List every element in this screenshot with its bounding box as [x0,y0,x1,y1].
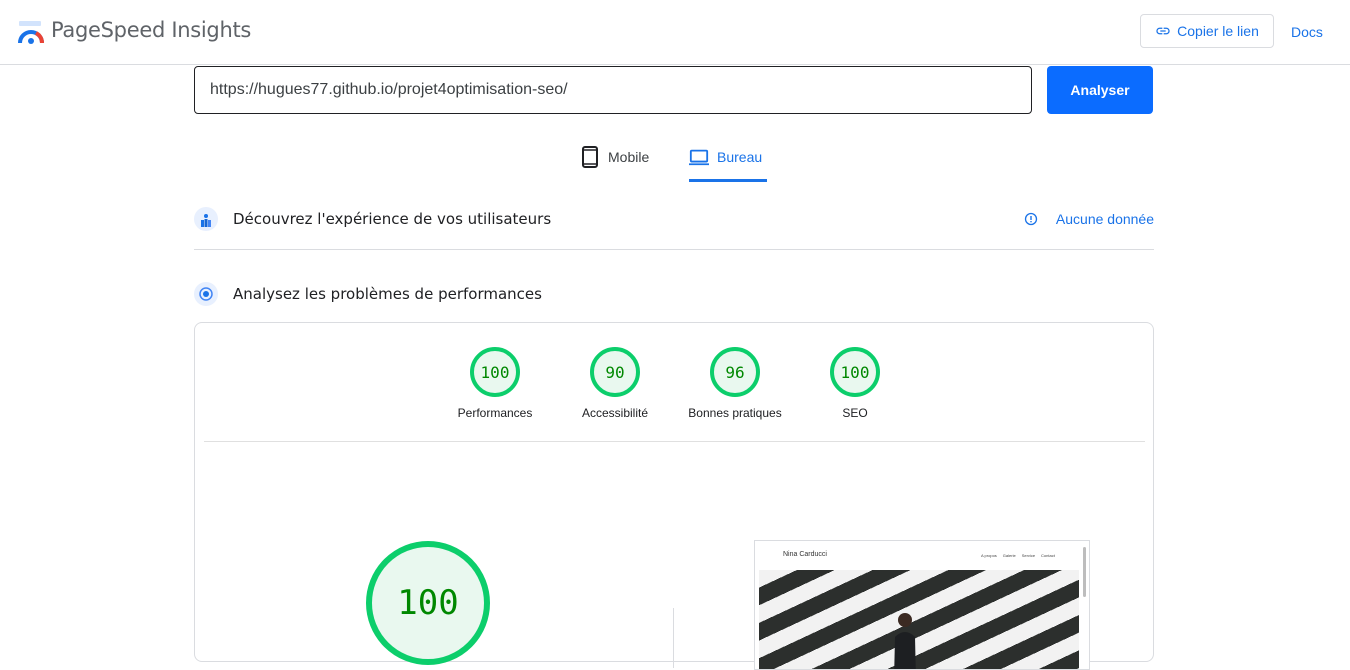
top-app-bar: PageSpeed Insights Copier le lien Docs [0,0,1350,65]
scores-divider [204,441,1145,442]
lab-data-section: Analysez les problèmes de performances [194,274,1154,314]
score-label: SEO [842,406,868,420]
section-divider [194,249,1154,250]
preview-header: Nina Carducci A propos Galerie Service C… [755,541,1089,569]
analyze-button[interactable]: Analyser [1047,66,1153,114]
preview-hero-image [759,570,1079,669]
score-value: 90 [590,347,640,397]
docs-link[interactable]: Docs [1291,24,1323,40]
preview-nav-item: Contact [1041,553,1055,558]
preview-nav: A propos Galerie Service Contact [981,553,1055,558]
field-data-title: Découvrez l'expérience de vos utilisateu… [233,210,552,228]
main-performance-gauge: 100 [366,541,490,665]
score-gauge-best-practices[interactable]: 96 Bonnes pratiques [675,347,795,420]
tab-desktop[interactable]: Bureau [689,146,767,182]
field-data-section: Découvrez l'expérience de vos utilisateu… [194,199,1154,239]
smartphone-icon [582,146,598,168]
score-label: Bonnes pratiques [688,406,782,420]
preview-scrollbar [1083,547,1086,597]
no-data-label: Aucune donnée [1055,211,1154,227]
copy-link-label: Copier le lien [1177,23,1259,39]
info-icon [1024,212,1038,226]
tab-desktop-label: Bureau [717,149,763,165]
preview-nav-item: A propos [981,553,997,558]
preview-site-name: Nina Carducci [783,551,827,558]
score-gauge-seo[interactable]: 100 SEO [795,347,915,420]
vertical-separator [673,608,674,668]
users-experience-icon [194,207,218,231]
score-value: 100 [830,347,880,397]
score-value: 100 [470,347,520,397]
preview-nav-item: Galerie [1002,553,1016,558]
pagespeed-logo-icon[interactable] [18,19,44,45]
laptop-icon [689,149,709,166]
score-gauge-accessibility[interactable]: 90 Accessibilité [555,347,675,420]
link-icon [1156,27,1170,35]
preview-nav-item: Service [1021,553,1036,558]
performance-diagnose-icon [194,282,218,306]
app-title[interactable]: PageSpeed Insights [51,18,251,42]
no-data-link[interactable]: Aucune donnée [1024,211,1154,227]
score-label: Accessibilité [581,406,649,420]
final-screenshot-preview: Nina Carducci A propos Galerie Service C… [754,540,1090,670]
url-input[interactable] [194,66,1032,114]
tab-mobile-label: Mobile [608,149,650,165]
tab-mobile[interactable]: Mobile [580,146,649,182]
score-gauge-performance[interactable]: 100 Performances [435,347,555,420]
score-value: 96 [710,347,760,397]
score-label: Performances [457,406,533,420]
report-card: 100 Performances 90 Accessibilité 96 Bon… [194,322,1154,670]
copy-link-button[interactable]: Copier le lien [1140,14,1274,48]
lab-data-title: Analysez les problèmes de performances [233,285,542,303]
